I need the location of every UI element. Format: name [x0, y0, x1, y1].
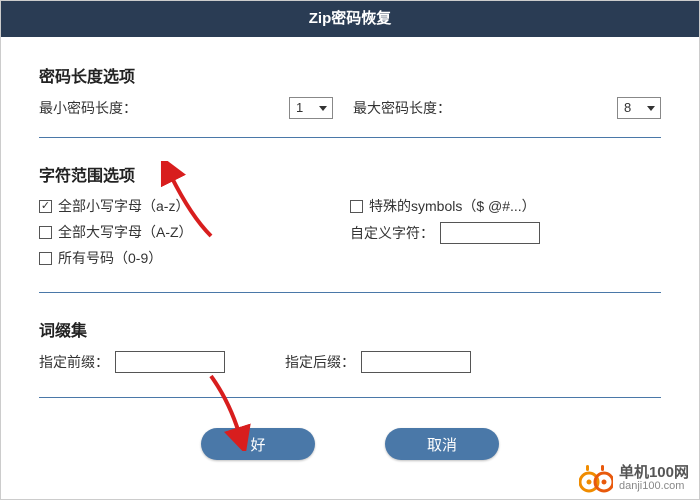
checkbox-digits-label: 所有号码（0-9） — [58, 248, 162, 268]
section-length-title: 密码长度选项 — [39, 63, 661, 87]
checkbox-digits[interactable] — [39, 252, 52, 265]
logo-icon — [579, 465, 613, 493]
title-bar: Zip密码恢复 — [1, 1, 699, 37]
checkbox-uppercase[interactable] — [39, 226, 52, 239]
cancel-button[interactable]: 取消 — [385, 428, 499, 460]
watermark-name: 单机100网 — [619, 465, 689, 480]
suffix-input[interactable] — [361, 351, 471, 373]
suffix-label: 指定后缀： — [285, 352, 355, 372]
section-charset-title: 字符范围选项 — [39, 162, 661, 186]
section-charset: 字符范围选项 全部小写字母（a-z） 全部大写字母（A-Z） 所有号码（0-9） — [39, 162, 661, 293]
checkbox-lowercase-label: 全部小写字母（a-z） — [58, 196, 189, 216]
min-length-value: 1 — [296, 98, 303, 118]
watermark: 单机100网 danji100.com — [579, 465, 689, 493]
prefix-input[interactable] — [115, 351, 225, 373]
divider — [39, 137, 661, 138]
prefix-label: 指定前缀： — [39, 352, 109, 372]
watermark-text: 单机100网 danji100.com — [619, 465, 689, 493]
custom-chars-input[interactable] — [440, 222, 540, 244]
section-length: 密码长度选项 最小密码长度： 1 最大密码长度： 8 — [39, 63, 661, 138]
min-length-label: 最小密码长度： — [39, 98, 289, 118]
window-title: Zip密码恢复 — [309, 10, 392, 27]
checkbox-symbols-label: 特殊的symbols（$ @#...） — [369, 196, 536, 216]
checkbox-symbols[interactable] — [350, 200, 363, 213]
checkbox-uppercase-label: 全部大写字母（A-Z） — [58, 222, 193, 242]
max-length-label: 最大密码长度： — [353, 98, 617, 118]
max-length-select[interactable]: 8 — [617, 97, 661, 119]
ok-button[interactable]: 好 — [201, 428, 315, 460]
dialog-content: 密码长度选项 最小密码长度： 1 最大密码长度： 8 字符范围选项 全部小写字母… — [1, 37, 699, 460]
section-affix-title: 词缀集 — [39, 317, 661, 341]
checkbox-lowercase[interactable] — [39, 200, 52, 213]
custom-chars-label: 自定义字符： — [350, 223, 434, 243]
min-length-select[interactable]: 1 — [289, 97, 333, 119]
divider — [39, 292, 661, 293]
watermark-url: danji100.com — [619, 480, 689, 493]
button-row: 好 取消 — [39, 428, 661, 460]
max-length-value: 8 — [624, 98, 631, 118]
divider — [39, 397, 661, 398]
section-affix: 词缀集 指定前缀： 指定后缀： — [39, 317, 661, 398]
